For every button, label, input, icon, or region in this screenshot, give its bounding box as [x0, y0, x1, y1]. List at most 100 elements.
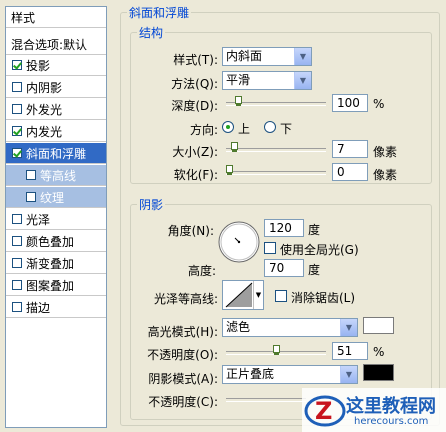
shadow-opacity-label: 不透明度(C): — [148, 395, 218, 409]
watermark-logo: Z 这里教程网 herecours.com — [302, 388, 446, 432]
angle-unit: 度 — [308, 223, 321, 237]
chevron-down-icon[interactable]: ▼ — [340, 366, 357, 383]
soften-label: 软化(F): — [173, 168, 218, 182]
antialias-checkbox[interactable] — [275, 290, 287, 302]
outer-glow-label: 外发光 — [26, 102, 63, 117]
size-unit: 像素 — [373, 145, 398, 159]
bevel-style-value: 内斜面 — [226, 49, 263, 63]
chevron-down-icon[interactable]: ▼ — [253, 281, 263, 309]
texture-checkbox[interactable] — [26, 192, 36, 202]
technique-value: 平滑 — [226, 73, 251, 87]
size-slider-track[interactable] — [226, 148, 326, 152]
chevron-down-icon[interactable]: ▼ — [294, 72, 311, 89]
highlight-mode-select[interactable]: 滤色 ▼ — [222, 318, 358, 337]
soften-slider-track[interactable] — [226, 171, 326, 175]
shadow-opacity-track[interactable] — [226, 398, 306, 402]
direction-down-label[interactable]: 下 — [280, 120, 292, 137]
pattern-overlay-checkbox[interactable] — [12, 280, 22, 290]
style-item-color-overlay[interactable]: 颜色叠加 — [6, 231, 106, 252]
structure-title: 结构 — [137, 24, 166, 41]
site-logo-icon: Z — [304, 395, 346, 427]
highlight-opacity-unit: % — [373, 345, 385, 359]
direction-up-label[interactable]: 上 — [238, 120, 250, 137]
style-label: 样式(T): — [173, 53, 218, 67]
global-light-checkbox[interactable] — [264, 242, 276, 254]
styles-header-label: 样式 — [11, 10, 36, 25]
soften-slider-thumb[interactable] — [226, 165, 233, 175]
global-light-label[interactable]: 使用全局光(G) — [280, 241, 359, 258]
shadow-mode-select[interactable]: 正片叠底 ▼ — [222, 365, 358, 384]
texture-label: 纹理 — [40, 190, 65, 205]
style-item-outer-glow[interactable]: 外发光 — [6, 99, 106, 120]
bevel-emboss-title: 斜面和浮雕 — [127, 4, 192, 21]
bevel-emboss-checkbox[interactable] — [12, 148, 22, 158]
gradient-overlay-label: 渐变叠加 — [26, 256, 75, 271]
highlight-opacity-thumb[interactable] — [273, 345, 281, 355]
depth-input[interactable]: 100 — [332, 94, 368, 112]
styles-header[interactable]: 样式 — [6, 7, 106, 28]
gloss-contour-picker[interactable]: ▼ — [222, 280, 264, 310]
inner-shadow-label: 内阴影 — [26, 80, 63, 95]
styles-list: 样式 混合选项:默认 投影 内阴影 外发光 内发光 斜面和浮雕 等高线 纹理 光… — [5, 6, 107, 428]
direction-label: 方向: — [189, 123, 218, 137]
watermark-url: herecours.com — [354, 416, 429, 427]
style-item-stroke[interactable]: 描边 — [6, 297, 106, 318]
style-item-satin[interactable]: 光泽 — [6, 209, 106, 230]
bevel-style-select[interactable]: 内斜面 ▼ — [222, 47, 312, 66]
altitude-unit: 度 — [308, 263, 321, 277]
antialias-label[interactable]: 消除锯齿(L) — [291, 289, 355, 306]
depth-label: 深度(D): — [171, 99, 218, 113]
pattern-overlay-label: 图案叠加 — [26, 278, 75, 293]
highlight-color-swatch[interactable] — [363, 317, 394, 334]
gloss-contour-label: 光泽等高线: — [153, 292, 218, 306]
style-item-inner-shadow[interactable]: 内阴影 — [6, 77, 106, 98]
style-item-inner-glow[interactable]: 内发光 — [6, 121, 106, 142]
angle-label: 角度(N): — [167, 224, 214, 238]
angle-dial[interactable] — [218, 220, 262, 264]
contour-checkbox[interactable] — [26, 170, 36, 180]
shadow-color-swatch[interactable] — [363, 364, 394, 381]
style-item-contour[interactable]: 等高线 — [6, 165, 106, 186]
outer-glow-checkbox[interactable] — [12, 104, 22, 114]
angle-input[interactable]: 120 — [264, 219, 304, 237]
size-label: 大小(Z): — [172, 145, 218, 159]
soften-unit: 像素 — [373, 168, 398, 182]
highlight-opacity-input[interactable]: 51 — [332, 342, 368, 360]
altitude-label: 高度: — [187, 264, 216, 278]
size-slider-thumb[interactable] — [230, 142, 238, 152]
highlight-mode-value: 滤色 — [226, 320, 251, 334]
style-item-bevel-emboss[interactable]: 斜面和浮雕 — [6, 143, 106, 164]
size-input[interactable]: 7 — [332, 140, 368, 158]
blending-options-item[interactable]: 混合选项:默认 — [6, 34, 106, 55]
contour-preview-icon — [225, 282, 253, 308]
gradient-overlay-checkbox[interactable] — [12, 258, 22, 268]
inner-glow-label: 内发光 — [26, 124, 63, 139]
color-overlay-checkbox[interactable] — [12, 236, 22, 246]
drop-shadow-checkbox[interactable] — [12, 60, 22, 70]
color-overlay-label: 颜色叠加 — [26, 234, 75, 249]
depth-slider-thumb[interactable] — [235, 96, 243, 106]
bevel-emboss-label: 斜面和浮雕 — [26, 146, 87, 161]
technique-select[interactable]: 平滑 ▼ — [222, 71, 312, 90]
style-item-gradient-overlay[interactable]: 渐变叠加 — [6, 253, 106, 274]
blending-options-label: 混合选项:默认 — [11, 37, 88, 52]
inner-glow-checkbox[interactable] — [12, 126, 22, 136]
highlight-mode-label: 高光模式(H): — [147, 325, 218, 339]
satin-checkbox[interactable] — [12, 214, 22, 224]
shading-title: 阴影 — [137, 196, 166, 213]
soften-input[interactable]: 0 — [332, 163, 368, 181]
style-item-texture[interactable]: 纹理 — [6, 187, 106, 208]
chevron-down-icon[interactable]: ▼ — [340, 319, 357, 336]
technique-label: 方法(Q): — [171, 77, 218, 91]
inner-shadow-checkbox[interactable] — [12, 82, 22, 92]
style-item-drop-shadow[interactable]: 投影 — [6, 55, 106, 76]
chevron-down-icon[interactable]: ▼ — [294, 48, 311, 65]
watermark-title: 这里教程网 — [346, 396, 436, 417]
stroke-checkbox[interactable] — [12, 302, 22, 312]
direction-down-radio[interactable] — [264, 121, 276, 133]
direction-up-radio[interactable] — [222, 121, 234, 133]
svg-text:Z: Z — [315, 397, 332, 425]
satin-label: 光泽 — [26, 212, 51, 227]
altitude-input[interactable]: 70 — [264, 259, 304, 277]
style-item-pattern-overlay[interactable]: 图案叠加 — [6, 275, 106, 296]
